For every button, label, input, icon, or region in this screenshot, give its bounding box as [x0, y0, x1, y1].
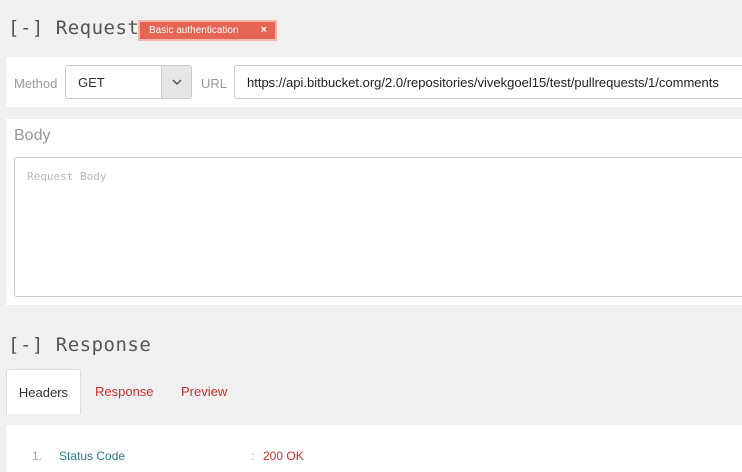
header-row-index: 1.	[32, 449, 43, 463]
request-url-row: Method GET URL https://api.bitbucket.org…	[6, 57, 742, 107]
request-body-textarea[interactable]: Request Body	[14, 157, 742, 297]
response-section-toggle[interactable]: [-] Response	[8, 334, 151, 356]
request-section-toggle[interactable]: [-] Request	[8, 17, 139, 39]
method-label: Method	[14, 76, 58, 91]
method-value: GET	[78, 75, 105, 90]
header-row-key: Status Code	[59, 449, 126, 463]
tab-headers[interactable]: Headers	[6, 369, 81, 414]
url-label: URL	[201, 76, 228, 91]
header-row-value: 200 OK	[263, 449, 304, 463]
response-headers-panel: 1. Status Code : 200 OK	[6, 425, 742, 472]
method-select[interactable]: GET	[65, 65, 192, 99]
body-label: Body	[14, 127, 51, 144]
url-input[interactable]: https://api.bitbucket.org/2.0/repositori…	[234, 65, 742, 99]
basic-auth-badge: Basic authentication ×	[138, 20, 277, 41]
close-icon[interactable]: ×	[261, 24, 267, 36]
request-body-panel: Body Request Body	[6, 119, 742, 305]
tab-response[interactable]: Response	[95, 369, 154, 414]
tab-preview[interactable]: Preview	[181, 369, 227, 414]
request-body-placeholder: Request Body	[27, 170, 107, 183]
chevron-down-icon[interactable]	[161, 66, 191, 98]
auth-badge-label: Basic authentication	[149, 25, 239, 36]
header-row-separator: :	[251, 449, 255, 463]
